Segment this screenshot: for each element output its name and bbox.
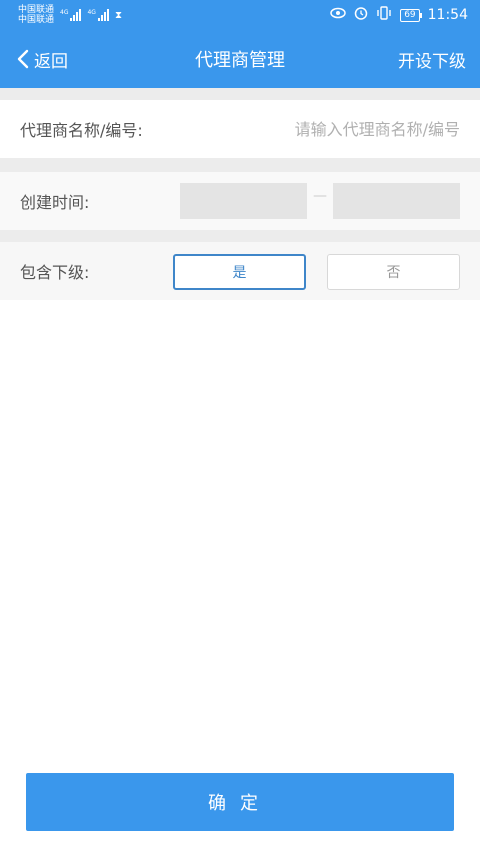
- back-label: 返回: [34, 51, 68, 72]
- end-date-picker[interactable]: [333, 183, 460, 219]
- nav-bar: 返回 代理商管理 开设下级: [0, 30, 480, 88]
- option-no-button[interactable]: 否: [327, 254, 460, 290]
- agent-name-label: 代理商名称/编号:: [20, 121, 143, 140]
- divider: [0, 230, 480, 242]
- start-date-picker[interactable]: [180, 183, 307, 219]
- back-button[interactable]: 返回: [16, 30, 68, 88]
- include-sub-row: 包含下级: 是 否: [0, 242, 480, 300]
- eye-icon: [330, 7, 346, 23]
- signal-icon-2: 4G: [87, 9, 109, 21]
- date-separator: —: [313, 188, 327, 204]
- divider: [0, 88, 480, 100]
- option-yes-button[interactable]: 是: [173, 254, 306, 290]
- signal-icon: 4G: [60, 9, 82, 21]
- chevron-left-icon: [17, 49, 29, 69]
- confirm-button[interactable]: 确定: [26, 773, 454, 831]
- status-time: 11:54: [427, 7, 468, 23]
- carrier-info: 中国联通 中国联通 4G 4G ⧗: [18, 5, 122, 25]
- alarm-icon: [354, 6, 368, 24]
- create-sub-agent-button[interactable]: 开设下级: [398, 30, 466, 88]
- agent-name-row: 代理商名称/编号:: [0, 100, 480, 158]
- divider: [0, 158, 480, 172]
- hourglass-icon: ⧗: [114, 9, 122, 21]
- vibrate-icon: [376, 6, 392, 24]
- network-type-1: 4G: [60, 9, 69, 16]
- create-time-label: 创建时间:: [20, 193, 90, 212]
- carrier-name-1: 中国联通: [18, 5, 55, 15]
- include-sub-label: 包含下级:: [20, 263, 90, 282]
- agent-name-input[interactable]: [142, 119, 480, 139]
- carrier-name-2: 中国联通: [18, 15, 55, 25]
- network-type-2: 4G: [87, 9, 96, 16]
- status-right: 69 11:54: [330, 6, 468, 24]
- create-time-row: 创建时间: —: [0, 172, 480, 230]
- status-bar: 中国联通 中国联通 4G 4G ⧗ 69 11:54: [0, 0, 480, 30]
- battery-icon: 69: [400, 8, 423, 22]
